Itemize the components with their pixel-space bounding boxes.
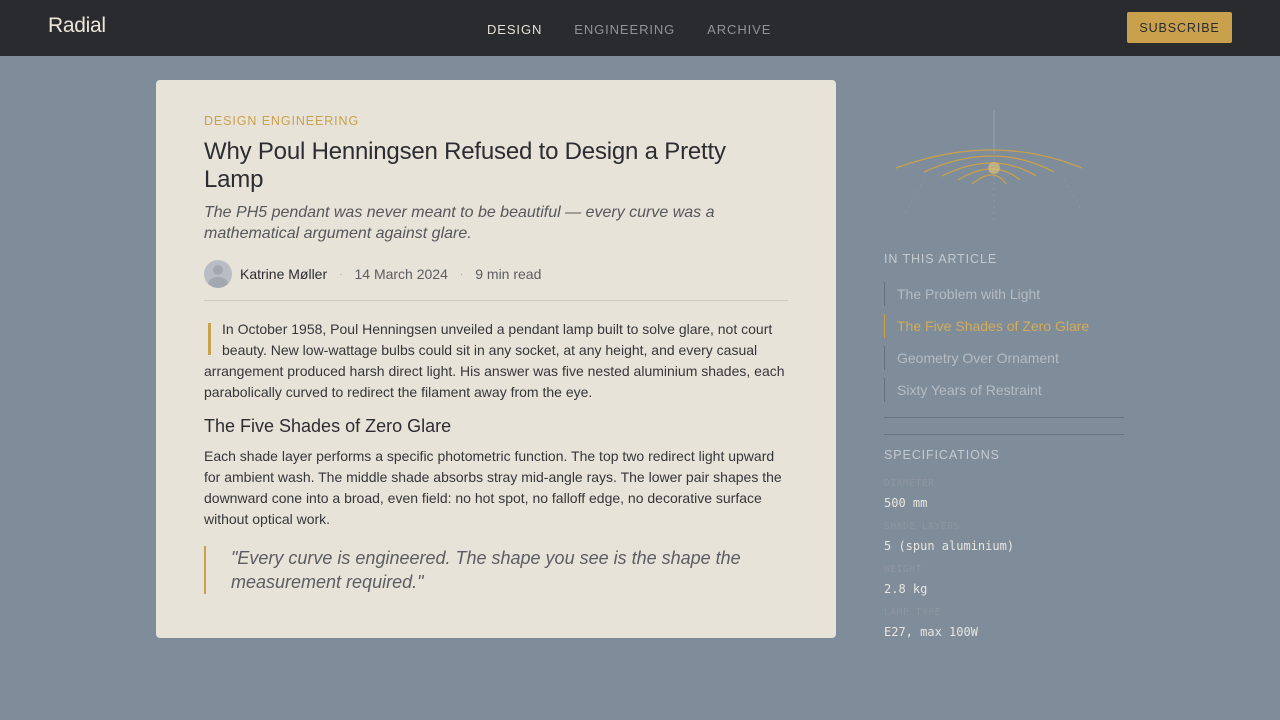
article-category[interactable]: DESIGN ENGINEERING xyxy=(204,114,788,128)
top-nav-bar: Radial DESIGN ENGINEERING ARCHIVE SUBSCR… xyxy=(0,0,1280,56)
spec-label: DIAMETER xyxy=(884,478,935,489)
read-time: 9 min read xyxy=(475,266,542,282)
author-avatar xyxy=(204,260,232,288)
byline-separator: · xyxy=(339,268,343,280)
article-dek: The PH5 pendant was never meant to be be… xyxy=(204,204,715,242)
spec-item: LAMP TYPE E27, max 100W xyxy=(884,607,1014,650)
spec-label: LAMP TYPE xyxy=(884,607,941,618)
author-name[interactable]: Katrine Møller xyxy=(240,266,327,282)
sidebar-divider xyxy=(884,434,1124,435)
byline-separator: · xyxy=(459,268,464,280)
spec-item: DIAMETER 500 mm xyxy=(884,478,1014,521)
drop-cap-marker xyxy=(208,323,211,355)
pendant-lamp-illustration xyxy=(895,110,1085,220)
spec-label: SHADE LAYERS xyxy=(884,521,960,532)
nav-engineering[interactable]: ENGINEERING xyxy=(574,22,675,37)
toc-item-five-shades[interactable]: The Five Shades of Zero Glare xyxy=(884,314,1089,338)
spec-value: 500 mm xyxy=(884,496,928,510)
article-title: Why Poul Henningsen Refused to Design a … xyxy=(204,138,726,193)
brand-logo[interactable]: Radial xyxy=(48,14,106,38)
article-card: DESIGN ENGINEERING Why Poul Henningsen R… xyxy=(156,80,836,638)
toc-heading: IN THIS ARTICLE xyxy=(884,252,998,266)
toc-item-sixty-years[interactable]: Sixty Years of Restraint xyxy=(884,378,1089,402)
spec-item: SHADE LAYERS 5 (spun aluminium) xyxy=(884,521,1014,564)
spec-value: 2.8 kg xyxy=(884,582,928,596)
nav-design[interactable]: DESIGN xyxy=(487,22,542,37)
toc-item-geometry-over-ornament[interactable]: Geometry Over Ornament xyxy=(884,346,1089,370)
spec-label: WEIGHT xyxy=(884,564,922,575)
section-heading: The Five Shades of Zero Glare xyxy=(204,416,452,436)
main-nav: DESIGN ENGINEERING ARCHIVE xyxy=(487,22,771,37)
pull-quote: "Every curve is engineered. The shape yo… xyxy=(204,546,788,594)
spec-value: E27, max 100W xyxy=(884,625,978,639)
toc-item-problem-with-light[interactable]: The Problem with Light xyxy=(884,282,1089,306)
spec-value: 5 (spun aluminium) xyxy=(884,539,1015,553)
lead-text: In October 1958, Poul Henningsen unveile… xyxy=(204,321,785,400)
body-paragraph: Each shade layer performs a specific pho… xyxy=(204,448,782,527)
specs-heading: SPECIFICATIONS xyxy=(884,448,1000,462)
table-of-contents: The Problem with Light The Five Shades o… xyxy=(884,282,1089,410)
byline: Katrine Møller · 14 March 2024 · 9 min r… xyxy=(204,260,788,301)
publish-date: 14 March 2024 xyxy=(354,266,448,282)
sidebar-divider xyxy=(884,417,1124,418)
lead-paragraph: In October 1958, Poul Henningsen unveile… xyxy=(204,319,788,403)
subscribe-button[interactable]: SUBSCRIBE xyxy=(1127,12,1232,43)
specifications-list: DIAMETER 500 mm SHADE LAYERS 5 (spun alu… xyxy=(884,478,1014,650)
nav-archive[interactable]: ARCHIVE xyxy=(707,22,771,37)
spec-item: WEIGHT 2.8 kg xyxy=(884,564,1014,607)
